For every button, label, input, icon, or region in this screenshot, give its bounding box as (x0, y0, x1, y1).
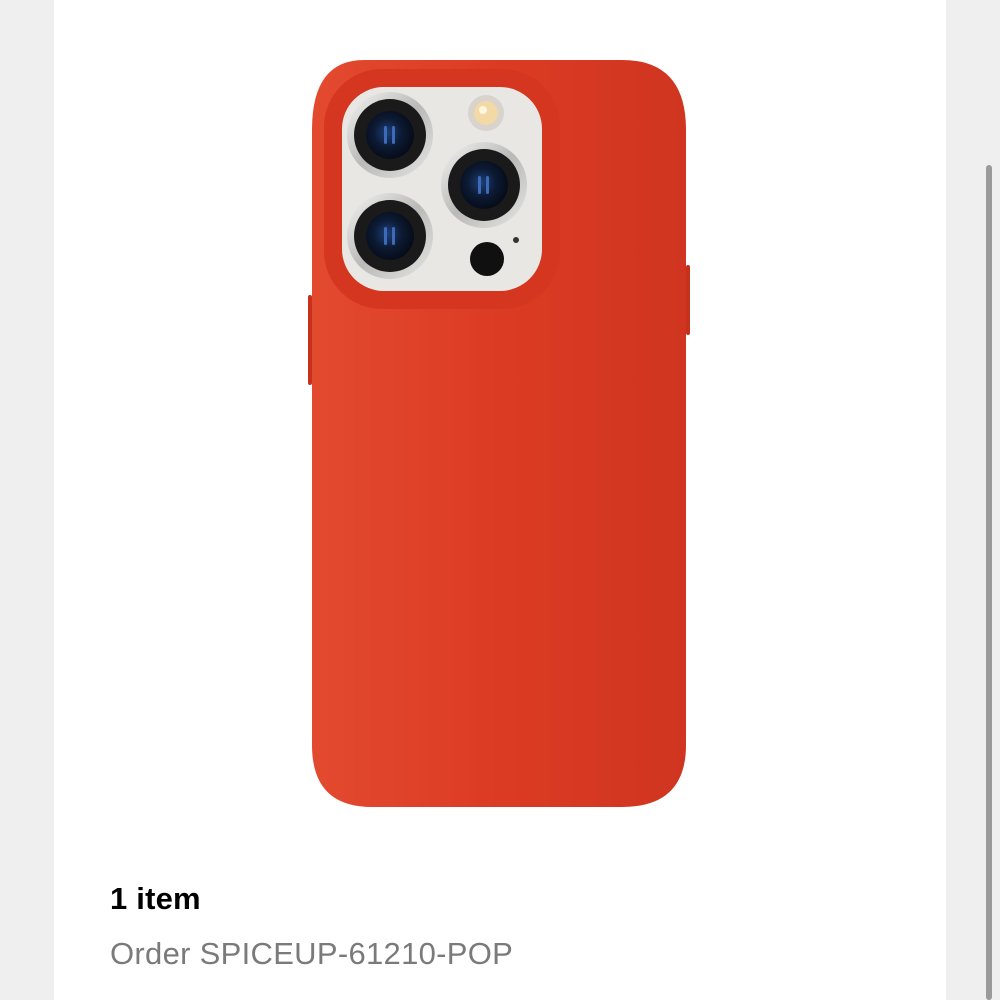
screen: 1 item Order SPICEUP-61210-POP (0, 0, 1000, 1000)
side-button-right (686, 265, 690, 335)
product-image-red-phone-case[interactable] (304, 55, 694, 815)
order-card[interactable]: 1 item Order SPICEUP-61210-POP (54, 0, 946, 1000)
side-button-left (308, 295, 312, 385)
camera-lens-bottom-left (347, 193, 433, 279)
scrollbar-thumb[interactable] (986, 165, 992, 1000)
microphone-dot (513, 237, 519, 243)
item-count: 1 item (110, 881, 201, 916)
camera-flash (468, 95, 504, 131)
camera-lens-right (441, 142, 527, 228)
order-number: Order SPICEUP-61210-POP (110, 936, 514, 971)
camera-lens-top-left (347, 92, 433, 178)
lidar-sensor (470, 242, 504, 276)
